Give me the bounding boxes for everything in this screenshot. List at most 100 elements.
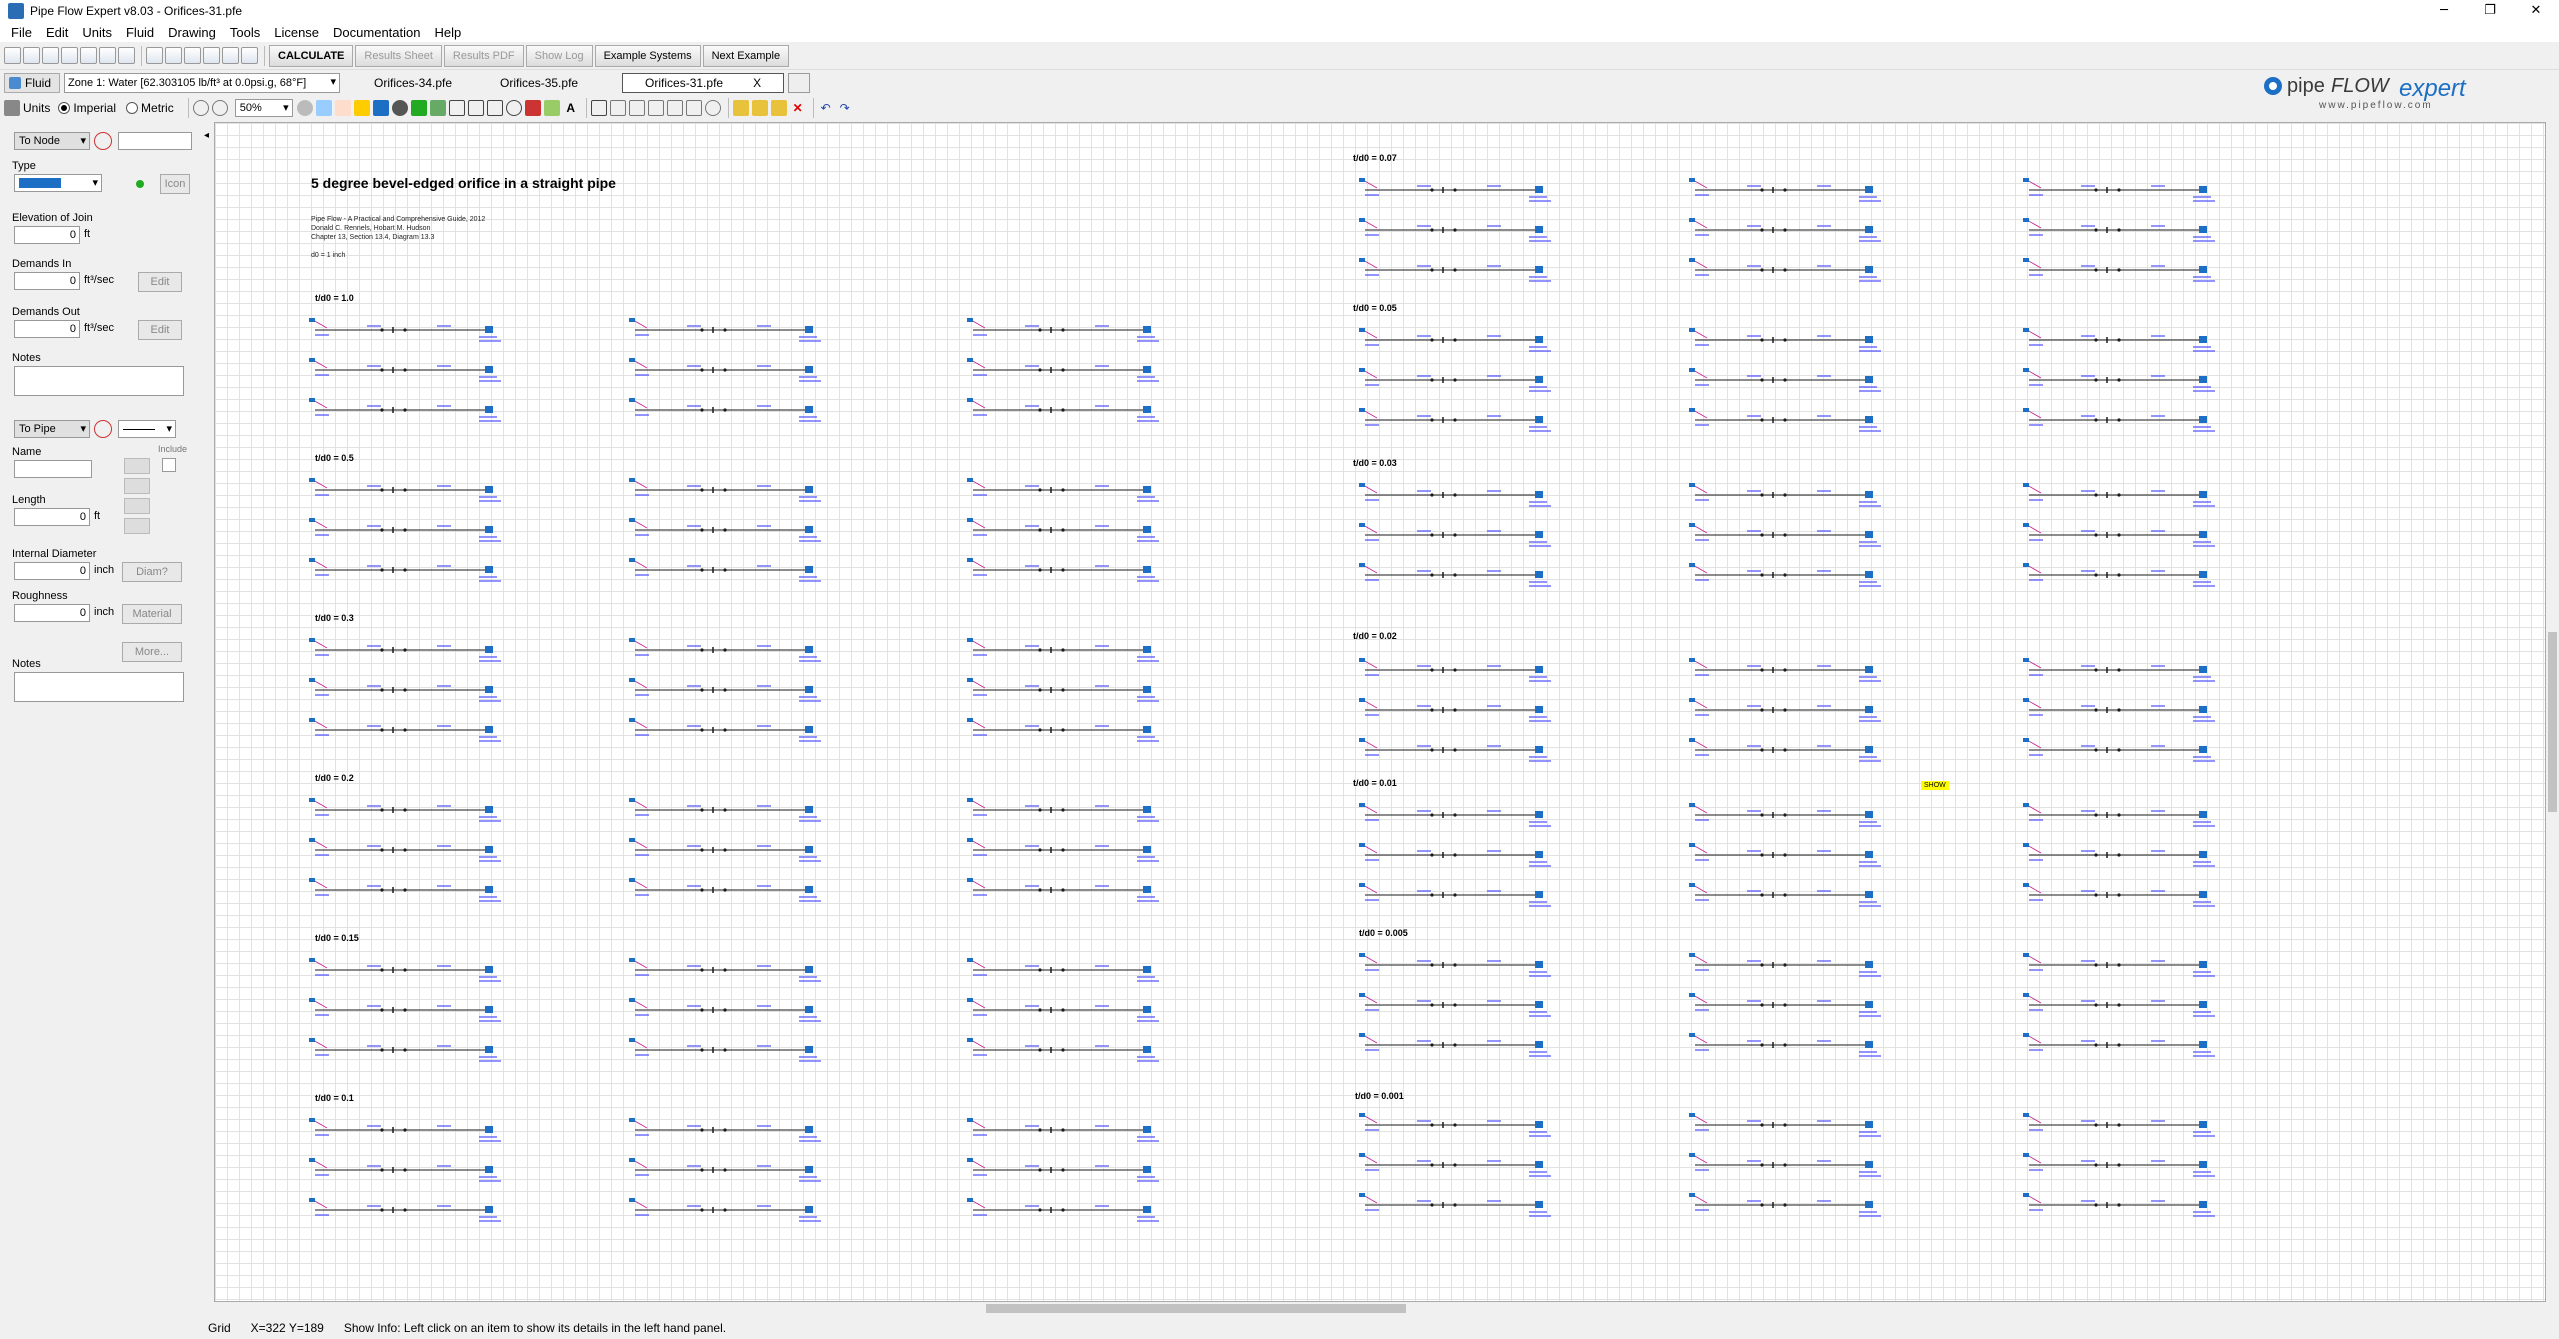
orifice-network-row[interactable] bbox=[1357, 656, 1557, 686]
orifice-network-row[interactable] bbox=[307, 876, 507, 906]
redo-icon[interactable]: ↷ bbox=[837, 100, 853, 116]
tank-icon[interactable] bbox=[372, 100, 389, 116]
orifice-network-row[interactable] bbox=[965, 316, 1165, 346]
orifice-network-row[interactable] bbox=[965, 1196, 1165, 1226]
orifice-network-row[interactable] bbox=[307, 356, 507, 386]
metric-radio[interactable]: Metric bbox=[126, 101, 174, 115]
node-name-field[interactable] bbox=[118, 132, 192, 150]
orifice-network-row[interactable] bbox=[1357, 216, 1557, 246]
pipe-select[interactable]: To Pipe bbox=[14, 420, 90, 438]
orifice-network-row[interactable] bbox=[1357, 1031, 1557, 1061]
orifice-network-row[interactable] bbox=[1687, 951, 1887, 981]
orifice-network-row[interactable] bbox=[1357, 256, 1557, 286]
vertical-scroll-thumb[interactable] bbox=[2548, 632, 2557, 812]
orifice-network-row[interactable] bbox=[1687, 841, 1887, 871]
orifice-network-row[interactable] bbox=[1687, 481, 1887, 511]
orifice-network-row[interactable] bbox=[1687, 521, 1887, 551]
node-type-select[interactable] bbox=[14, 174, 102, 192]
menu-tools[interactable]: Tools bbox=[223, 25, 267, 40]
include-checkbox[interactable] bbox=[162, 458, 176, 472]
internal-diameter-field[interactable]: 0 bbox=[14, 562, 90, 580]
orifice-network-row[interactable] bbox=[627, 996, 827, 1026]
orifice-network-row[interactable] bbox=[1687, 696, 1887, 726]
orifice-network-row[interactable] bbox=[2021, 1031, 2221, 1061]
tab-close-icon[interactable]: X bbox=[753, 76, 761, 90]
orifice-network-row[interactable] bbox=[307, 316, 507, 346]
orifice-network-row[interactable] bbox=[1357, 881, 1557, 911]
orifice-network-row[interactable] bbox=[2021, 406, 2221, 436]
orifice-network-row[interactable] bbox=[965, 956, 1165, 986]
orifice-network-row[interactable] bbox=[307, 996, 507, 1026]
demands-in-field[interactable]: 0 bbox=[14, 272, 80, 290]
orifice-network-row[interactable] bbox=[1687, 991, 1887, 1021]
cut-icon[interactable] bbox=[609, 100, 626, 116]
orifice-network-row[interactable] bbox=[965, 396, 1165, 426]
orifice-network-row[interactable] bbox=[307, 796, 507, 826]
orifice-network-row[interactable] bbox=[965, 476, 1165, 506]
open-file-icon[interactable] bbox=[23, 47, 40, 64]
hand-pan-icon[interactable] bbox=[334, 100, 351, 116]
text-tool-icon[interactable]: A bbox=[563, 100, 579, 116]
orifice-network-row[interactable] bbox=[627, 676, 827, 706]
valve-icon[interactable] bbox=[467, 100, 484, 116]
new-file-icon[interactable] bbox=[4, 47, 21, 64]
orifice-network-row[interactable] bbox=[965, 1036, 1165, 1066]
menu-file[interactable]: File bbox=[4, 25, 39, 40]
node-select[interactable]: To Node bbox=[14, 132, 90, 150]
next-example-button[interactable]: Next Example bbox=[702, 44, 790, 67]
orifice-network-row[interactable] bbox=[1687, 736, 1887, 766]
orifice-network-row[interactable] bbox=[2021, 696, 2221, 726]
orifice-network-row[interactable] bbox=[2021, 1111, 2221, 1141]
pipe-line-style-select[interactable] bbox=[118, 420, 176, 438]
snap-icon[interactable] bbox=[770, 100, 787, 116]
orifice-network-row[interactable] bbox=[307, 1036, 507, 1066]
zoom-in-icon[interactable] bbox=[211, 100, 228, 116]
orifice-network-row[interactable] bbox=[307, 716, 507, 746]
fitting-icon[interactable] bbox=[448, 100, 465, 116]
orifice-network-row[interactable] bbox=[1357, 1191, 1557, 1221]
restore-button[interactable]: ❐ bbox=[2467, 0, 2513, 22]
orifice-network-row[interactable] bbox=[627, 1156, 827, 1186]
orifice-network-row[interactable] bbox=[2021, 326, 2221, 356]
distribute-icon[interactable] bbox=[751, 100, 768, 116]
orifice-network-row[interactable] bbox=[965, 556, 1165, 586]
flip-icon[interactable] bbox=[666, 100, 683, 116]
orifice-network-row[interactable] bbox=[965, 716, 1165, 746]
orifice-network-row[interactable] bbox=[2021, 561, 2221, 591]
valve-count-icon[interactable] bbox=[124, 478, 150, 494]
pressure-icon[interactable] bbox=[524, 100, 541, 116]
orifice-network-row[interactable] bbox=[965, 676, 1165, 706]
menu-fluid[interactable]: Fluid bbox=[119, 25, 161, 40]
orifice-network-row[interactable] bbox=[1687, 801, 1887, 831]
orifice-network-row[interactable] bbox=[2021, 481, 2221, 511]
orifice-network-row[interactable] bbox=[1357, 991, 1557, 1021]
new-tab-icon[interactable] bbox=[788, 73, 811, 93]
orifice-network-row[interactable] bbox=[627, 716, 827, 746]
grid-icon[interactable] bbox=[146, 47, 163, 64]
orifice-network-row[interactable] bbox=[2021, 256, 2221, 286]
undo-icon[interactable]: ↶ bbox=[818, 100, 834, 116]
orifice-network-row[interactable] bbox=[1357, 406, 1557, 436]
zoom-out-icon[interactable] bbox=[192, 100, 209, 116]
orifice-network-row[interactable] bbox=[307, 396, 507, 426]
orifice-network-row[interactable] bbox=[307, 1196, 507, 1226]
list-icon[interactable] bbox=[203, 47, 220, 64]
example-systems-button[interactable]: Example Systems bbox=[594, 44, 701, 67]
orifice-network-row[interactable] bbox=[1687, 216, 1887, 246]
locate-node-icon[interactable] bbox=[94, 132, 112, 150]
pump-count-icon[interactable] bbox=[124, 518, 150, 534]
orifice-network-row[interactable] bbox=[627, 516, 827, 546]
settings-icon[interactable] bbox=[118, 47, 135, 64]
rotate-icon[interactable] bbox=[685, 100, 702, 116]
pipe-notes-field[interactable] bbox=[14, 672, 184, 702]
minimize-button[interactable]: ─ bbox=[2421, 0, 2467, 22]
show-log-button[interactable]: Show Log bbox=[525, 44, 593, 67]
orifice-network-row[interactable] bbox=[307, 1116, 507, 1146]
copy-icon[interactable] bbox=[628, 100, 645, 116]
roughness-field[interactable]: 0 bbox=[14, 604, 90, 622]
pipe-icon[interactable] bbox=[429, 100, 446, 116]
save-as-icon[interactable] bbox=[61, 47, 78, 64]
orifice-network-row[interactable] bbox=[627, 396, 827, 426]
orifice-network-row[interactable] bbox=[627, 636, 827, 666]
orifice-network-row[interactable] bbox=[627, 1036, 827, 1066]
